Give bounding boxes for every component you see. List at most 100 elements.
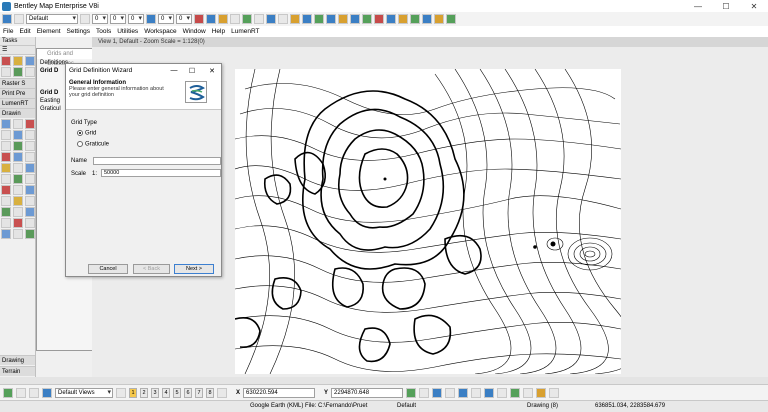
measure-icon[interactable] [1,163,11,173]
menu-workspace[interactable]: Workspace [144,28,176,35]
maximize-icon[interactable]: ☐ [712,0,740,12]
globe-icon[interactable] [302,14,312,24]
rotate-view-icon[interactable] [510,387,521,398]
menu-edit[interactable]: Edit [19,28,30,35]
snap-icon[interactable] [16,387,26,398]
mirror-icon[interactable] [25,174,35,184]
menu-utilities[interactable]: Utilities [117,28,138,35]
rotate-icon[interactable] [1,174,11,184]
menu-element[interactable]: Element [37,28,61,35]
grid-radio[interactable]: Grid [77,130,96,137]
save-icon[interactable] [194,14,204,24]
menu-settings[interactable]: Settings [67,28,91,35]
hatch-icon[interactable] [13,218,23,228]
match-icon[interactable] [13,229,23,239]
view-button-1[interactable]: 1 [129,387,137,398]
view-tool-1-icon[interactable] [406,387,417,398]
undo-icon[interactable] [242,14,252,24]
annotation-icon[interactable] [398,14,408,24]
copy-icon[interactable] [278,14,288,24]
view-tool-4-icon[interactable] [445,387,456,398]
view-button-3[interactable]: 3 [151,387,159,398]
place-text-icon[interactable] [1,152,11,162]
minimize-icon[interactable]: — [684,0,712,12]
line-style-combo[interactable]: 0 [110,14,126,24]
fence-tool-icon[interactable] [25,56,35,66]
print-icon[interactable] [230,14,240,24]
transparency-combo[interactable]: 0 [158,14,174,24]
select-tool-icon[interactable] [1,56,11,66]
line-weight-combo[interactable]: 0 [128,14,144,24]
redo-icon[interactable] [254,14,264,24]
view-button-2[interactable]: 2 [140,387,148,398]
query-icon[interactable] [338,14,348,24]
priority-combo[interactable]: 0 [176,14,192,24]
fillet-icon[interactable] [25,185,35,195]
feature-icon[interactable] [350,14,360,24]
thematic-icon[interactable] [362,14,372,24]
view-button-7[interactable]: 7 [195,387,203,398]
drawing-section[interactable]: Drawin [0,108,35,118]
chamfer-icon[interactable] [1,196,11,206]
menu-window[interactable]: Window [183,28,206,35]
place-smartline-icon[interactable] [13,119,23,129]
color-combo[interactable]: 0 [92,14,108,24]
folder-icon[interactable] [218,14,228,24]
view-button-5[interactable]: 5 [173,387,181,398]
pan-view-icon[interactable] [523,387,534,398]
view-button-8[interactable]: 8 [206,387,214,398]
view-next-icon[interactable] [549,387,560,398]
place-arc-icon[interactable] [25,119,35,129]
place-curve-icon[interactable] [1,130,11,140]
back-button[interactable]: < Back [133,264,170,274]
place-block-icon[interactable] [25,130,35,140]
terrain-tab[interactable]: Terrain [0,366,35,376]
x-lock-icon[interactable] [217,387,227,398]
dimension-icon[interactable] [25,152,35,162]
level-combo[interactable]: Default [26,14,78,24]
wizard-maximize-icon[interactable]: ☐ [184,64,200,77]
analysis-icon[interactable] [410,14,420,24]
highlight-tool-icon[interactable] [13,56,23,66]
graticule-radio-button[interactable] [77,141,83,147]
change-attributes-icon[interactable] [1,229,11,239]
cut-icon[interactable] [266,14,276,24]
drop-icon[interactable] [13,207,23,217]
line-tool-icon[interactable] [1,67,11,77]
color-icon[interactable] [80,14,90,24]
x-coordinate-field[interactable]: 630220.594 [243,387,316,398]
modify-icon[interactable] [13,196,23,206]
map-icon[interactable] [314,14,324,24]
views-icon[interactable] [42,387,52,398]
accudraw-icon[interactable] [3,387,13,398]
menu-lumenrt[interactable]: LumenRT [231,28,259,35]
view-groups-icon[interactable] [29,387,39,398]
open-icon[interactable] [206,14,216,24]
next-button[interactable]: Next > [174,264,214,274]
name-input[interactable] [93,157,221,165]
array-icon[interactable] [25,207,35,217]
place-polygon-icon[interactable] [25,141,35,151]
view-tool-2-icon[interactable] [419,387,430,398]
y-coordinate-field[interactable]: 2294870.648 [331,387,404,398]
pattern-icon[interactable] [25,218,35,228]
copy-element-icon[interactable] [25,163,35,173]
layer-icon[interactable] [326,14,336,24]
view-groups-combo[interactable]: Default Views [55,387,113,398]
offset-icon[interactable] [1,218,11,228]
menu-help[interactable]: Help [212,28,225,35]
view-tool-3-icon[interactable] [432,387,443,398]
fit-view-icon[interactable] [497,387,508,398]
move-icon[interactable] [13,163,23,173]
wizard-minimize-icon[interactable]: — [166,64,182,77]
view-button-4[interactable]: 4 [162,387,170,398]
level-manager-icon[interactable] [14,14,24,24]
place-cell-icon[interactable] [13,152,23,162]
element-attributes-icon[interactable] [2,14,12,24]
window-area-icon[interactable] [484,387,495,398]
place-ellipse-icon[interactable] [13,141,23,151]
shape-tool-icon[interactable] [13,67,23,77]
raster-section[interactable]: Raster S [0,78,35,88]
trim-icon[interactable] [1,185,11,195]
view-previous-icon[interactable] [536,387,547,398]
